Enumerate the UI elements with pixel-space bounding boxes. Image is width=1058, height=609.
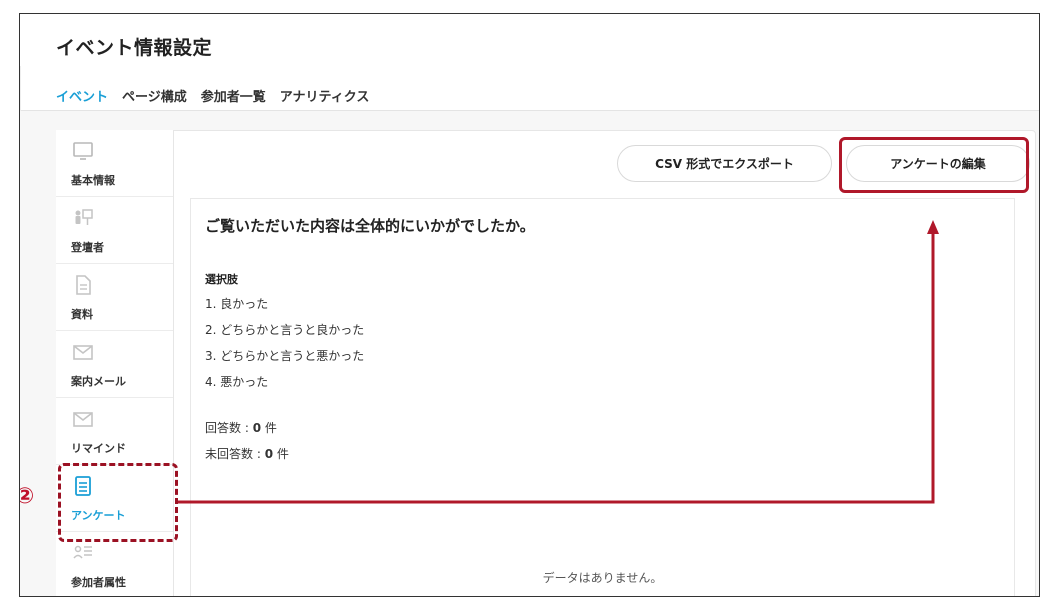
document-icon bbox=[76, 275, 91, 295]
page-header: イベント情報設定 イベント ページ構成 参加者一覧 アナリティクス bbox=[20, 14, 1039, 114]
unanswered-value: 0 bbox=[264, 447, 274, 461]
sidebar-item-label: 資料 bbox=[71, 308, 93, 321]
sidebar-item-label: 登壇者 bbox=[71, 241, 104, 254]
presenter-icon bbox=[75, 209, 93, 225]
survey-item-highlight bbox=[58, 463, 178, 542]
sidebar-item-guide-mail[interactable]: 案内メール bbox=[56, 331, 173, 398]
sidebar-item-label: 参加者属性 bbox=[71, 576, 126, 589]
screenshot-frame: イベント情報設定 イベント ページ構成 参加者一覧 アナリティクス 基本情報 登… bbox=[19, 13, 1040, 597]
step-marker: ② bbox=[20, 484, 38, 510]
sidebar-item-label: リマインド bbox=[71, 442, 126, 455]
answered-label: 回答数 : bbox=[205, 421, 253, 435]
user-list-icon bbox=[73, 545, 92, 559]
export-csv-button[interactable]: CSV 形式でエクスポート bbox=[617, 145, 832, 182]
sidebar-item-speakers[interactable]: 登壇者 bbox=[56, 197, 173, 264]
unanswered-count: 未回答数 : 0 件 bbox=[205, 445, 289, 462]
tab-bar: イベント ページ構成 参加者一覧 アナリティクス bbox=[56, 86, 369, 111]
sidebar-item-reminder[interactable]: リマインド bbox=[56, 398, 173, 465]
count-unit: 件 bbox=[273, 447, 289, 461]
sidebar-item-basic-info[interactable]: 基本情報 bbox=[56, 130, 173, 197]
answered-count: 回答数 : 0 件 bbox=[205, 419, 277, 436]
sidebar-item-label: 案内メール bbox=[71, 375, 126, 388]
mail-icon bbox=[73, 345, 93, 360]
monitor-icon bbox=[73, 142, 93, 160]
choice-item: 2. どちらかと言うと良かった bbox=[205, 323, 365, 337]
unanswered-label: 未回答数 : bbox=[205, 447, 265, 461]
choices-heading: 選択肢 bbox=[205, 273, 238, 286]
sidebar-item-label: 基本情報 bbox=[71, 174, 115, 187]
edit-button-highlight bbox=[839, 137, 1029, 193]
question-title: ご覧いただいた内容は全体的にいかがでしたか。 bbox=[205, 217, 535, 235]
choice-item: 1. 良かった bbox=[205, 297, 269, 311]
choice-item: 3. どちらかと言うと悪かった bbox=[205, 349, 365, 363]
mail-icon bbox=[73, 412, 93, 427]
tab-page-structure[interactable]: ページ構成 bbox=[122, 86, 187, 111]
page-title: イベント情報設定 bbox=[56, 37, 213, 59]
count-unit: 件 bbox=[261, 421, 277, 435]
answered-value: 0 bbox=[252, 421, 262, 435]
tab-event[interactable]: イベント bbox=[56, 86, 108, 111]
empty-message: データはありません。 bbox=[542, 571, 663, 585]
tab-participants[interactable]: 参加者一覧 bbox=[201, 86, 266, 111]
sidebar-item-materials[interactable]: 資料 bbox=[56, 264, 173, 331]
choice-item: 4. 悪かった bbox=[205, 375, 269, 389]
survey-question-card: ご覧いただいた内容は全体的にいかがでしたか。 選択肢 1. 良かった 2. どち… bbox=[190, 198, 1015, 596]
tab-analytics[interactable]: アナリティクス bbox=[280, 86, 370, 111]
